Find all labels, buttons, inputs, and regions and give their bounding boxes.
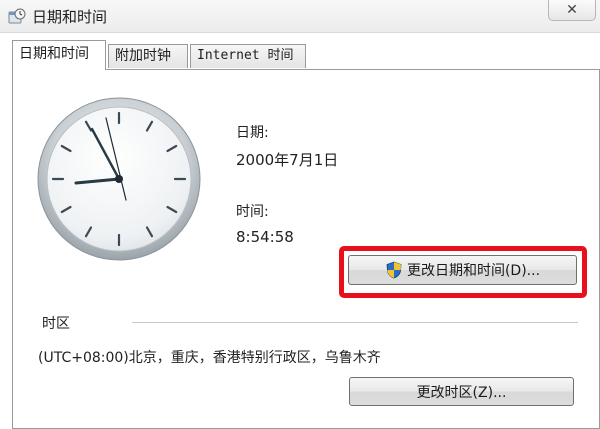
window-title: 日期和时间 [32,8,108,26]
tab-internet-time[interactable]: Internet 时间 [190,44,306,68]
title-bar: 日期和时间 ✕ [0,0,600,33]
tab-date-time[interactable]: 日期和时间 [12,40,106,70]
close-icon: ✕ [566,2,578,18]
time-label: 时间: [236,204,269,220]
close-button[interactable]: ✕ [548,0,596,21]
change-timezone-button-label: 更改时区(Z)... [416,384,507,401]
timezone-section-label: 时区 [42,316,70,332]
uac-shield-icon [385,261,403,279]
date-time-app-icon [8,7,26,25]
timezone-value: (UTC+08:00)北京，重庆，香港特别行政区，乌鲁木齐 [38,350,381,366]
change-timezone-button[interactable]: 更改时区(Z)... [349,377,574,406]
change-date-time-button[interactable]: 更改日期和时间(D)... [348,255,577,285]
time-value: 8:54:58 [236,228,294,246]
tab-additional-clocks[interactable]: 附加时钟 [108,44,188,68]
tab-additional-clocks-label: 附加时钟 [115,48,171,64]
tab-internet-time-label: Internet 时间 [197,48,294,63]
date-label: 日期: [236,125,269,141]
date-value: 2000年7月1日 [236,151,339,169]
analog-clock [36,96,202,262]
change-date-time-button-label: 更改日期和时间(D)... [406,263,541,279]
timezone-divider [132,322,578,323]
tab-date-time-label: 日期和时间 [19,46,89,62]
